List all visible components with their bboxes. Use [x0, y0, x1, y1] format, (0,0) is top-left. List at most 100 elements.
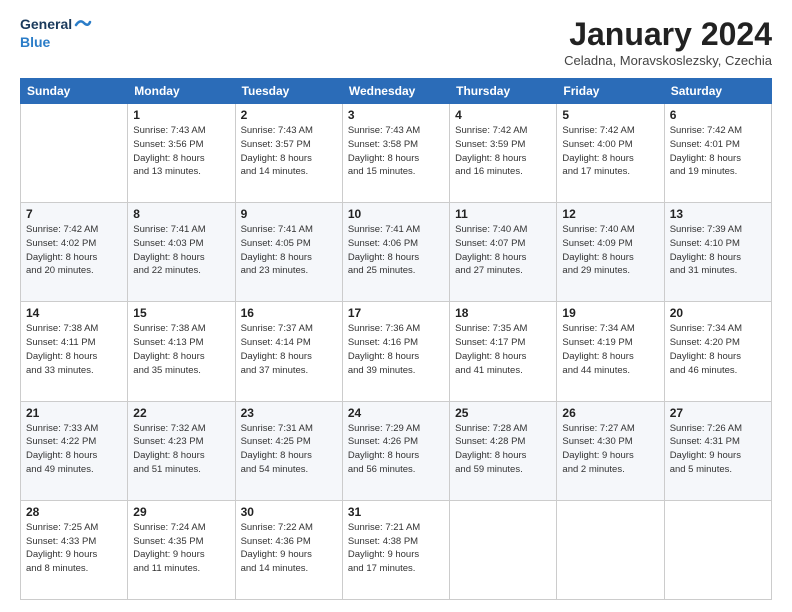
day-number: 3 — [348, 108, 444, 122]
table-row: 12Sunrise: 7:40 AMSunset: 4:09 PMDayligh… — [557, 203, 664, 302]
day-info: Sunrise: 7:34 AMSunset: 4:20 PMDaylight:… — [670, 322, 766, 377]
table-row — [664, 500, 771, 599]
day-info: Sunrise: 7:43 AMSunset: 3:58 PMDaylight:… — [348, 124, 444, 179]
calendar-week-row: 1Sunrise: 7:43 AMSunset: 3:56 PMDaylight… — [21, 104, 772, 203]
day-info: Sunrise: 7:43 AMSunset: 3:57 PMDaylight:… — [241, 124, 337, 179]
page: General Blue January 2024 Celadna, Morav… — [0, 0, 792, 612]
day-info: Sunrise: 7:40 AMSunset: 4:09 PMDaylight:… — [562, 223, 658, 278]
day-info: Sunrise: 7:21 AMSunset: 4:38 PMDaylight:… — [348, 521, 444, 576]
day-number: 9 — [241, 207, 337, 221]
table-row: 30 Sunrise: 7:22 AMSunset: 4:36 PMDayligh… — [235, 500, 342, 599]
day-info: Sunrise: 7:27 AMSunset: 4:30 PMDaylight:… — [562, 422, 658, 477]
table-row — [450, 500, 557, 599]
day-info: Sunrise: 7:39 AMSunset: 4:10 PMDaylight:… — [670, 223, 766, 278]
day-number: 14 — [26, 306, 122, 320]
calendar-week-row: 21 Sunrise: 7:33 AMSunset: 4:22 PMDayligh… — [21, 401, 772, 500]
logo-wave-icon — [74, 16, 92, 34]
day-info: Sunrise: 7:25 AMSunset: 4:33 PMDaylight:… — [26, 521, 122, 576]
day-number: 18 — [455, 306, 551, 320]
day-number: 27 — [670, 406, 766, 420]
table-row: 27 Sunrise: 7:26 AMSunset: 4:31 PMDayligh… — [664, 401, 771, 500]
table-row: 19 Sunrise: 7:34 AMSunset: 4:19 PMDayligh… — [557, 302, 664, 401]
table-row: 4 Sunrise: 7:42 AMSunset: 3:59 PMDaylight… — [450, 104, 557, 203]
table-row: 22 Sunrise: 7:32 AMSunset: 4:23 PMDayligh… — [128, 401, 235, 500]
calendar-week-row: 14 Sunrise: 7:38 AMSunset: 4:11 PMDayligh… — [21, 302, 772, 401]
day-info: Sunrise: 7:33 AMSunset: 4:22 PMDaylight:… — [26, 422, 122, 477]
table-row: 13 Sunrise: 7:39 AMSunset: 4:10 PMDayligh… — [664, 203, 771, 302]
table-row: 31 Sunrise: 7:21 AMSunset: 4:38 PMDayligh… — [342, 500, 449, 599]
day-info: Sunrise: 7:41 AMSunset: 4:03 PMDaylight:… — [133, 223, 229, 278]
table-row: 3 Sunrise: 7:43 AMSunset: 3:58 PMDaylight… — [342, 104, 449, 203]
table-row: 7 Sunrise: 7:42 AMSunset: 4:02 PMDaylight… — [21, 203, 128, 302]
title-block: January 2024 Celadna, Moravskoslezsky, C… — [564, 16, 772, 68]
col-saturday: Saturday — [664, 79, 771, 104]
location: Celadna, Moravskoslezsky, Czechia — [564, 53, 772, 68]
day-number: 4 — [455, 108, 551, 122]
day-info: Sunrise: 7:41 AMSunset: 4:06 PMDaylight:… — [348, 223, 444, 278]
day-info: Sunrise: 7:32 AMSunset: 4:23 PMDaylight:… — [133, 422, 229, 477]
col-monday: Monday — [128, 79, 235, 104]
table-row — [21, 104, 128, 203]
col-thursday: Thursday — [450, 79, 557, 104]
month-title: January 2024 — [564, 16, 772, 53]
day-number: 13 — [670, 207, 766, 221]
day-number: 31 — [348, 505, 444, 519]
day-number: 23 — [241, 406, 337, 420]
day-number: 20 — [670, 306, 766, 320]
table-row: 24Sunrise: 7:29 AMSunset: 4:26 PMDayligh… — [342, 401, 449, 500]
col-tuesday: Tuesday — [235, 79, 342, 104]
calendar-header-row: Sunday Monday Tuesday Wednesday Thursday… — [21, 79, 772, 104]
table-row: 6 Sunrise: 7:42 AMSunset: 4:01 PMDaylight… — [664, 104, 771, 203]
header: General Blue January 2024 Celadna, Morav… — [20, 16, 772, 68]
table-row: 15Sunrise: 7:38 AMSunset: 4:13 PMDayligh… — [128, 302, 235, 401]
day-info: Sunrise: 7:26 AMSunset: 4:31 PMDaylight:… — [670, 422, 766, 477]
table-row: 10Sunrise: 7:41 AMSunset: 4:06 PMDayligh… — [342, 203, 449, 302]
day-number: 21 — [26, 406, 122, 420]
table-row: 17 Sunrise: 7:36 AMSunset: 4:16 PMDayligh… — [342, 302, 449, 401]
table-row: 1Sunrise: 7:43 AMSunset: 3:56 PMDaylight… — [128, 104, 235, 203]
day-info: Sunrise: 7:38 AMSunset: 4:11 PMDaylight:… — [26, 322, 122, 377]
day-number: 2 — [241, 108, 337, 122]
table-row: 2 Sunrise: 7:43 AMSunset: 3:57 PMDaylight… — [235, 104, 342, 203]
table-row: 20 Sunrise: 7:34 AMSunset: 4:20 PMDayligh… — [664, 302, 771, 401]
col-friday: Friday — [557, 79, 664, 104]
table-row: 18 Sunrise: 7:35 AMSunset: 4:17 PMDayligh… — [450, 302, 557, 401]
table-row: 21 Sunrise: 7:33 AMSunset: 4:22 PMDayligh… — [21, 401, 128, 500]
day-number: 30 — [241, 505, 337, 519]
day-info: Sunrise: 7:24 AMSunset: 4:35 PMDaylight:… — [133, 521, 229, 576]
day-info: Sunrise: 7:29 AMSunset: 4:26 PMDaylight:… — [348, 422, 444, 477]
day-info: Sunrise: 7:35 AMSunset: 4:17 PMDaylight:… — [455, 322, 551, 377]
day-info: Sunrise: 7:42 AMSunset: 4:02 PMDaylight:… — [26, 223, 122, 278]
table-row: 25Sunrise: 7:28 AMSunset: 4:28 PMDayligh… — [450, 401, 557, 500]
day-info: Sunrise: 7:41 AMSunset: 4:05 PMDaylight:… — [241, 223, 337, 278]
day-info: Sunrise: 7:42 AMSunset: 4:00 PMDaylight:… — [562, 124, 658, 179]
day-number: 6 — [670, 108, 766, 122]
calendar-week-row: 28 Sunrise: 7:25 AMSunset: 4:33 PMDayligh… — [21, 500, 772, 599]
calendar-week-row: 7 Sunrise: 7:42 AMSunset: 4:02 PMDaylight… — [21, 203, 772, 302]
day-number: 28 — [26, 505, 122, 519]
day-info: Sunrise: 7:43 AMSunset: 3:56 PMDaylight:… — [133, 124, 229, 179]
day-info: Sunrise: 7:37 AMSunset: 4:14 PMDaylight:… — [241, 322, 337, 377]
day-number: 25 — [455, 406, 551, 420]
table-row: 23Sunrise: 7:31 AMSunset: 4:25 PMDayligh… — [235, 401, 342, 500]
day-number: 22 — [133, 406, 229, 420]
table-row: 14 Sunrise: 7:38 AMSunset: 4:11 PMDayligh… — [21, 302, 128, 401]
day-info: Sunrise: 7:22 AMSunset: 4:36 PMDaylight:… — [241, 521, 337, 576]
day-number: 7 — [26, 207, 122, 221]
day-number: 17 — [348, 306, 444, 320]
table-row: 29 Sunrise: 7:24 AMSunset: 4:35 PMDayligh… — [128, 500, 235, 599]
day-number: 29 — [133, 505, 229, 519]
logo-text: General Blue — [20, 16, 92, 52]
day-info: Sunrise: 7:40 AMSunset: 4:07 PMDaylight:… — [455, 223, 551, 278]
table-row: 8 Sunrise: 7:41 AMSunset: 4:03 PMDaylight… — [128, 203, 235, 302]
day-info: Sunrise: 7:42 AMSunset: 3:59 PMDaylight:… — [455, 124, 551, 179]
day-info: Sunrise: 7:34 AMSunset: 4:19 PMDaylight:… — [562, 322, 658, 377]
day-info: Sunrise: 7:36 AMSunset: 4:16 PMDaylight:… — [348, 322, 444, 377]
logo-general: General — [20, 17, 72, 32]
day-number: 8 — [133, 207, 229, 221]
day-number: 19 — [562, 306, 658, 320]
day-info: Sunrise: 7:42 AMSunset: 4:01 PMDaylight:… — [670, 124, 766, 179]
day-number: 11 — [455, 207, 551, 221]
table-row — [557, 500, 664, 599]
table-row: 16Sunrise: 7:37 AMSunset: 4:14 PMDayligh… — [235, 302, 342, 401]
